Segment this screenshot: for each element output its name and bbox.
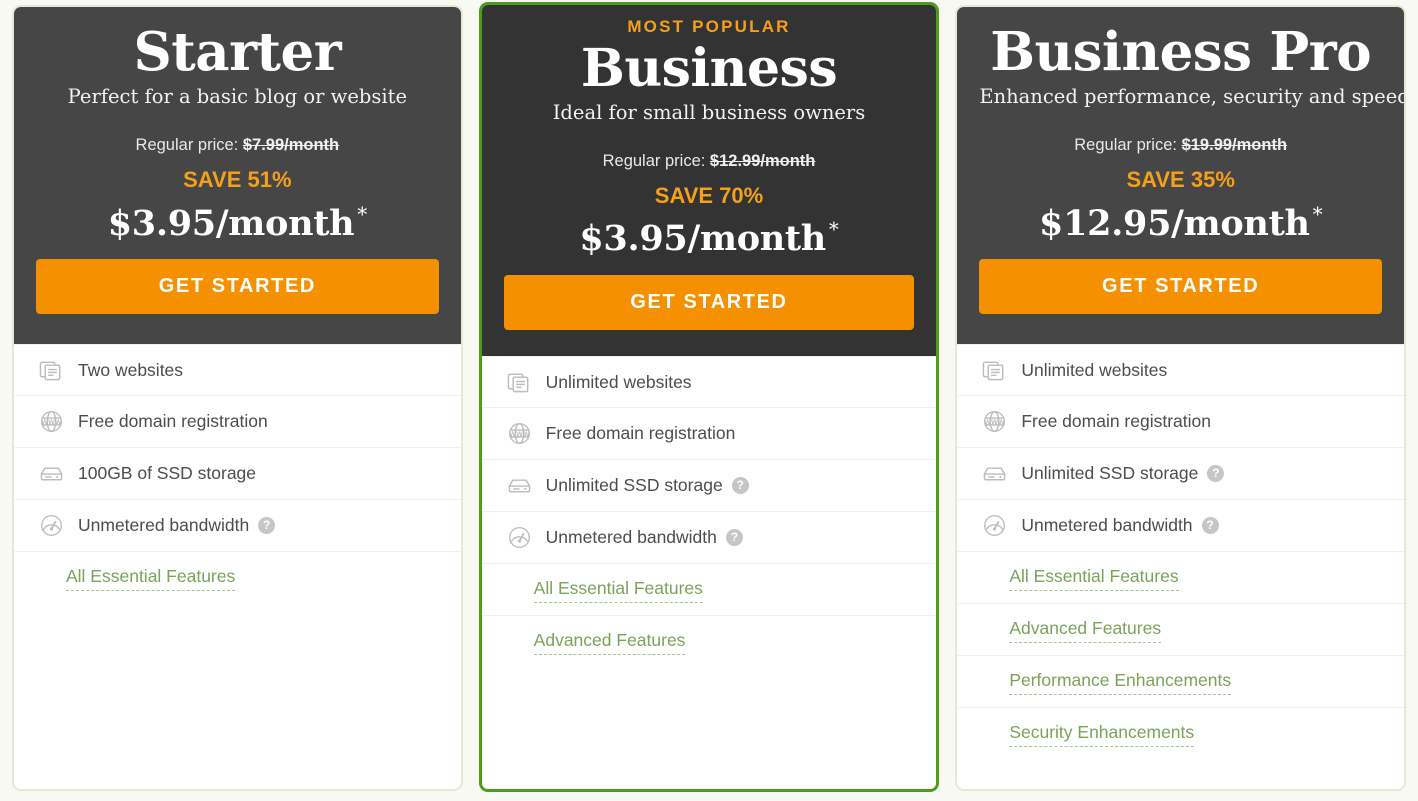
current-price-value: $3.95/month bbox=[107, 202, 355, 244]
price-asterisk: * bbox=[1312, 201, 1323, 226]
svg-text:WWW: WWW bbox=[509, 430, 530, 439]
feature-link[interactable]: Security Enhancements bbox=[1009, 721, 1195, 748]
save-percent-text: SAVE 51% bbox=[183, 167, 292, 193]
plan-header: MOST POPULAR Business Ideal for small busi… bbox=[481, 5, 937, 357]
feature-label: Unmetered bandwidth bbox=[78, 515, 250, 536]
feature-list: Two websites WWW Free domain registration 1… bbox=[14, 344, 461, 789]
feature-label: Unlimited websites bbox=[1021, 359, 1168, 380]
plan-header: Business Pro Enhanced performance, securi… bbox=[957, 7, 1406, 345]
feature-link[interactable]: Advanced Features bbox=[1009, 617, 1162, 643]
feature-row: Unlimited websites bbox=[481, 356, 937, 409]
www-globe-icon: WWW bbox=[506, 420, 533, 447]
feature-row: WWW Free domain registration bbox=[14, 396, 461, 449]
feature-link[interactable]: All Essential Features bbox=[1009, 565, 1179, 591]
bandwidth-gauge-icon bbox=[981, 512, 1008, 539]
feature-link[interactable]: All Essential Features bbox=[533, 577, 703, 603]
regular-price-label: Regular price: bbox=[602, 151, 706, 170]
websites-icon bbox=[506, 369, 533, 396]
help-question-icon[interactable]: ? bbox=[1207, 465, 1225, 483]
feature-label: 100GB of SSD storage bbox=[78, 463, 257, 484]
feature-row: Unlimited SSD storage? bbox=[481, 460, 937, 513]
feature-row: Unmetered bandwidth? bbox=[14, 500, 461, 553]
most-popular-badge: MOST POPULAR bbox=[627, 17, 791, 36]
feature-row: Unlimited SSD storage? bbox=[957, 448, 1404, 501]
help-question-icon[interactable]: ? bbox=[1201, 517, 1219, 535]
regular-price: Regular price: $19.99/month bbox=[979, 135, 1382, 156]
regular-price: Regular price: $12.99/month bbox=[504, 151, 915, 172]
price-asterisk: * bbox=[357, 201, 367, 226]
feature-list: Unlimited websites WWW Free domain registr… bbox=[481, 356, 937, 789]
websites-icon bbox=[981, 357, 1008, 384]
feature-label: Unlimited websites bbox=[545, 371, 692, 392]
plan-name: Business bbox=[580, 38, 838, 99]
feature-label: Unmetered bandwidth bbox=[1021, 515, 1193, 536]
storage-drive-icon bbox=[38, 460, 65, 487]
save-percent-text: SAVE 70% bbox=[654, 183, 764, 209]
feature-label: Unmetered bandwidth bbox=[545, 527, 717, 548]
regular-price-value-struck: $19.99/month bbox=[1181, 135, 1288, 154]
www-globe-icon: WWW bbox=[981, 408, 1008, 435]
current-price-value: $12.95/month bbox=[1039, 202, 1310, 244]
feature-link-row: Advanced Features bbox=[482, 616, 937, 668]
current-price: $12.95/month * bbox=[979, 202, 1382, 246]
feature-link[interactable]: Performance Enhancements bbox=[1009, 669, 1232, 695]
feature-row: Unmetered bandwidth? bbox=[481, 512, 937, 565]
pricing-plans-grid: Starter Perfect for a basic blog or websi… bbox=[0, 0, 1418, 801]
help-question-icon[interactable]: ? bbox=[258, 517, 276, 535]
feature-row: Two websites bbox=[14, 344, 461, 397]
current-price-value: $3.95/month bbox=[579, 218, 826, 260]
feature-link-row: All Essential Features bbox=[14, 552, 461, 604]
feature-row: Unlimited websites bbox=[957, 344, 1404, 397]
plan-name: Business Pro bbox=[990, 21, 1372, 83]
feature-link-row: Security Enhancements bbox=[957, 708, 1404, 760]
feature-label: Unlimited SSD storage bbox=[1021, 463, 1199, 484]
regular-price-label: Regular price: bbox=[1074, 135, 1177, 154]
feature-label: Free domain registration bbox=[1021, 411, 1211, 432]
feature-row: WWW Free domain registration bbox=[481, 408, 937, 461]
svg-text:WWW: WWW bbox=[985, 418, 1006, 427]
feature-row: 100GB of SSD storage bbox=[14, 448, 461, 501]
price-asterisk: * bbox=[828, 217, 839, 242]
regular-price-value-struck: $7.99/month bbox=[242, 135, 340, 154]
plan-card-business: MOST POPULAR Business Ideal for small busi… bbox=[478, 2, 940, 792]
get-started-button[interactable]: GET STARTED bbox=[503, 275, 915, 331]
plan-header: Starter Perfect for a basic blog or websi… bbox=[14, 7, 461, 345]
regular-price-value-struck: $12.99/month bbox=[709, 151, 816, 170]
feature-link-row: Performance Enhancements bbox=[957, 656, 1404, 709]
feature-row: WWW Free domain registration bbox=[957, 396, 1404, 449]
feature-link[interactable]: Advanced Features bbox=[533, 629, 686, 656]
svg-text:WWW: WWW bbox=[41, 418, 62, 427]
help-question-icon[interactable]: ? bbox=[731, 477, 749, 495]
plan-card-business-pro: Business Pro Enhanced performance, securi… bbox=[955, 5, 1406, 791]
plan-card-starter: Starter Perfect for a basic blog or websi… bbox=[12, 5, 463, 791]
current-price: $3.95/month * bbox=[36, 202, 439, 246]
feature-label: Unlimited SSD storage bbox=[545, 475, 723, 496]
plan-tagline: Ideal for small business owners bbox=[552, 101, 866, 125]
get-started-button[interactable]: GET STARTED bbox=[979, 259, 1382, 315]
storage-drive-icon bbox=[981, 460, 1008, 487]
bandwidth-gauge-icon bbox=[506, 524, 533, 551]
feature-link-row: All Essential Features bbox=[481, 564, 937, 617]
save-percent-text: SAVE 35% bbox=[1126, 167, 1235, 193]
current-price: $3.95/month * bbox=[504, 217, 915, 261]
feature-label: Two websites bbox=[78, 359, 184, 380]
help-question-icon[interactable]: ? bbox=[725, 529, 743, 547]
storage-drive-icon bbox=[506, 472, 533, 499]
feature-row: Unmetered bandwidth? bbox=[957, 500, 1404, 553]
feature-link[interactable]: All Essential Features bbox=[66, 565, 236, 592]
feature-list: Unlimited websites WWW Free domain registr… bbox=[957, 344, 1404, 789]
plan-tagline: Enhanced performance, security and speed bbox=[979, 85, 1406, 109]
bandwidth-gauge-icon bbox=[38, 512, 65, 539]
feature-label: Free domain registration bbox=[545, 423, 736, 444]
plan-tagline: Perfect for a basic blog or website bbox=[67, 85, 407, 109]
regular-price: Regular price: $7.99/month bbox=[36, 135, 439, 156]
get-started-button[interactable]: GET STARTED bbox=[36, 259, 439, 315]
websites-icon bbox=[38, 357, 65, 384]
regular-price-label: Regular price: bbox=[135, 135, 239, 154]
feature-label: Free domain registration bbox=[78, 411, 268, 432]
feature-link-row: All Essential Features bbox=[957, 552, 1404, 605]
plan-name: Starter bbox=[133, 21, 342, 83]
feature-link-row: Advanced Features bbox=[957, 604, 1404, 657]
www-globe-icon: WWW bbox=[38, 408, 65, 435]
